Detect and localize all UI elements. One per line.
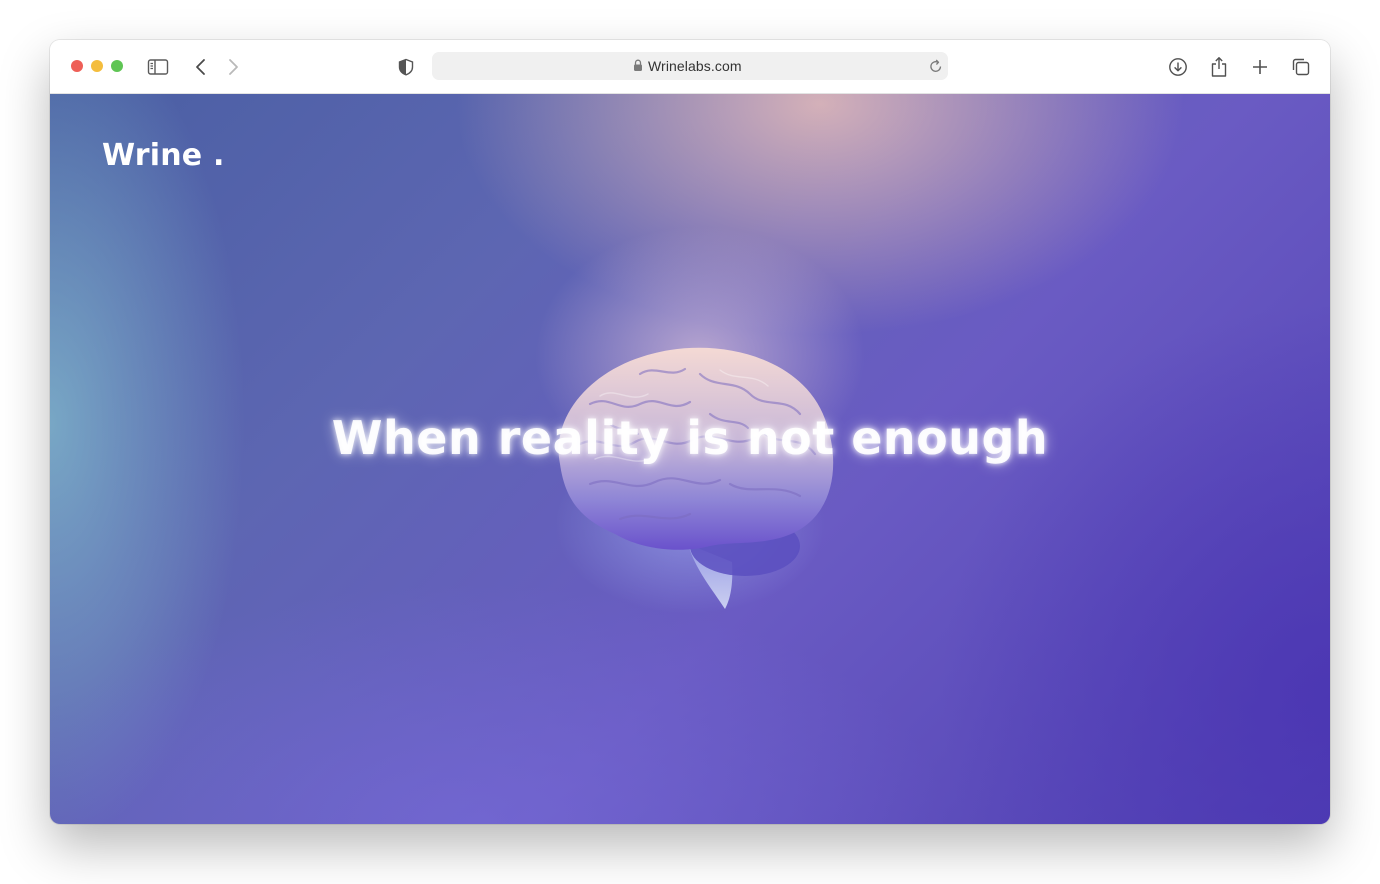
tab-overview-button[interactable] xyxy=(1289,55,1313,79)
sidebar-icon xyxy=(147,58,169,76)
reload-icon[interactable] xyxy=(929,58,943,79)
chevron-left-icon xyxy=(194,58,208,76)
tabs-overview-icon xyxy=(1291,57,1311,77)
lock-icon xyxy=(633,59,643,77)
site-logo[interactable]: Wrine . xyxy=(102,138,225,173)
address-bar[interactable]: Wrinelabs.com xyxy=(432,52,948,80)
back-button[interactable] xyxy=(189,55,213,79)
shield-icon xyxy=(398,58,414,76)
downloads-button[interactable] xyxy=(1166,55,1190,79)
url-text: Wrinelabs.com xyxy=(648,58,742,74)
privacy-report-button[interactable] xyxy=(394,55,418,79)
browser-toolbar: Wrinelabs.com xyxy=(50,40,1330,94)
chevron-right-icon xyxy=(226,58,240,76)
minimize-window-button[interactable] xyxy=(91,60,103,72)
close-window-button[interactable] xyxy=(71,60,83,72)
share-button[interactable] xyxy=(1207,55,1231,79)
sidebar-toggle-button[interactable] xyxy=(146,55,170,79)
plus-icon xyxy=(1251,58,1269,76)
zoom-window-button[interactable] xyxy=(111,60,123,72)
hero-section: Wrine . When reality is not enough xyxy=(50,94,1330,824)
brain-illustration xyxy=(558,347,834,609)
forward-button[interactable] xyxy=(221,55,245,79)
new-tab-button[interactable] xyxy=(1248,55,1272,79)
download-icon xyxy=(1168,57,1188,77)
hero-headline: When reality is not enough xyxy=(331,411,1049,465)
share-icon xyxy=(1210,56,1228,78)
browser-window: Wrinelabs.com Wrine . When reality is no… xyxy=(50,40,1330,824)
